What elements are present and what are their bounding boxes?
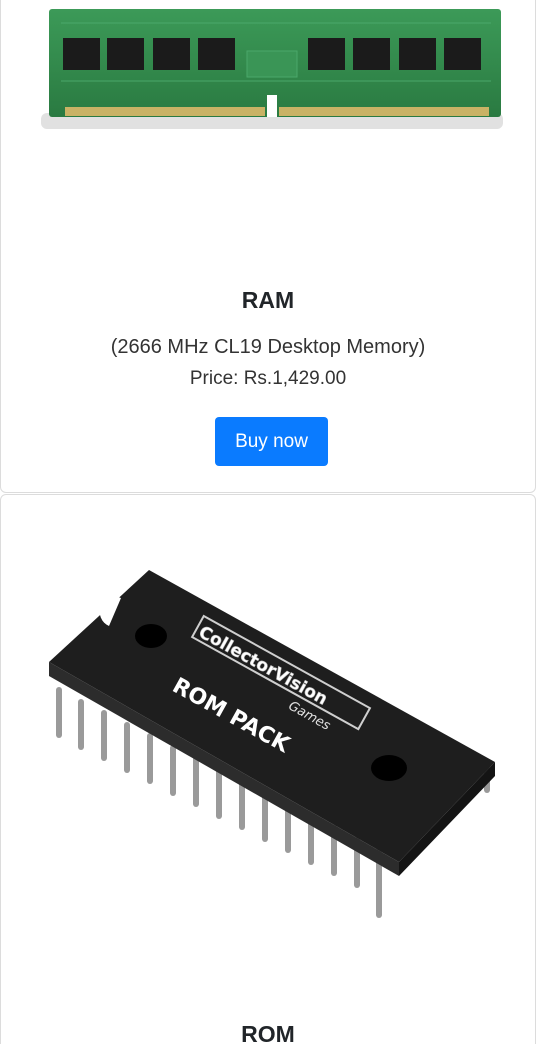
product-card-rom: CollectorVision Games ROM PACK ROM bbox=[0, 494, 536, 1044]
product-title: RAM bbox=[241, 287, 295, 313]
ram-module-image bbox=[1, 0, 535, 141]
rom-chip-image: CollectorVision Games ROM PACK bbox=[1, 540, 535, 940]
product-title: ROM bbox=[241, 1021, 295, 1044]
product-price: Price: Rs.1,429.00 bbox=[189, 368, 347, 389]
buy-now-button[interactable]: Buy now bbox=[215, 417, 328, 466]
product-description: (2666 MHz CL19 Desktop Memory) bbox=[110, 336, 426, 358]
product-card-ram: RAM (2666 MHz CL19 Desktop Memory) Price… bbox=[0, 0, 536, 493]
